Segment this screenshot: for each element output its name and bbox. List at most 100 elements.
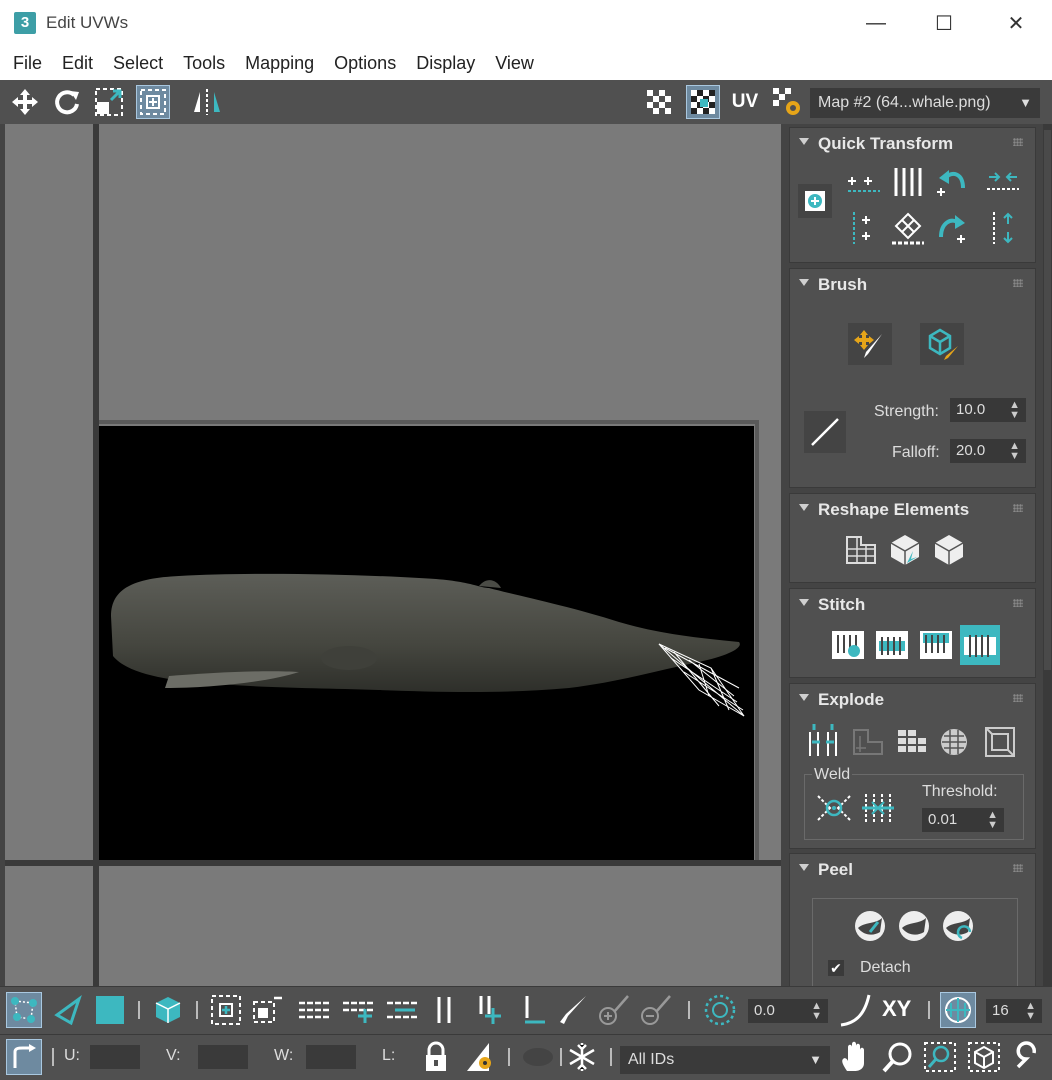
collapse-arrow-icon[interactable] xyxy=(799,504,809,511)
loop-selection-icon[interactable] xyxy=(296,992,332,1028)
zoom-icon[interactable] xyxy=(880,1039,916,1075)
rollout-grip-icon[interactable] xyxy=(1013,599,1023,607)
absolute-offset-icon[interactable] xyxy=(6,1039,42,1075)
falloff-spinner[interactable]: 20.0 ▲ ▼ xyxy=(950,439,1026,463)
material-id-dropdown[interactable]: All IDs ▼ xyxy=(620,1046,830,1074)
menu-mapping[interactable]: Mapping xyxy=(235,46,324,80)
xy-axis-toggle[interactable]: XY xyxy=(882,996,911,1022)
space-horizontal-icon[interactable] xyxy=(888,164,928,200)
grow-ring-icon[interactable] xyxy=(470,992,506,1028)
rotation-snap-icon[interactable] xyxy=(702,992,738,1028)
spinner-down-icon[interactable]: ▼ xyxy=(1009,450,1020,462)
shrink-loop-icon[interactable] xyxy=(384,992,420,1028)
brush-falloff-icon[interactable] xyxy=(804,411,846,453)
close-button[interactable]: ✕ xyxy=(986,0,1046,46)
straighten-icon[interactable] xyxy=(888,208,928,248)
pivot-icon[interactable] xyxy=(798,184,832,218)
menu-tools[interactable]: Tools xyxy=(173,46,235,80)
menu-select[interactable]: Select xyxy=(103,46,173,80)
stitch-to-target-icon[interactable] xyxy=(872,625,912,665)
detach-checkbox[interactable]: ✔ xyxy=(828,960,844,976)
freeform-tool-icon[interactable] xyxy=(136,85,170,119)
weld-target-icon[interactable] xyxy=(858,788,898,828)
stitch-average-icon[interactable] xyxy=(916,625,956,665)
grow-selection-icon[interactable] xyxy=(208,992,244,1028)
detach-edges-icon[interactable] xyxy=(848,722,888,762)
rollout-grip-icon[interactable] xyxy=(1013,138,1023,146)
w-input[interactable] xyxy=(306,1045,356,1069)
pelt-map-icon[interactable] xyxy=(894,906,934,946)
edge-mode-icon[interactable] xyxy=(50,992,86,1028)
grid-spinner[interactable]: 16 ▲ ▼ xyxy=(986,999,1042,1023)
menu-file[interactable]: File xyxy=(3,46,52,80)
rotate-cw-icon[interactable] xyxy=(932,208,972,248)
threshold-spinner[interactable]: 0.01 ▲ ▼ xyxy=(922,808,1004,832)
paint-move-brush-icon[interactable] xyxy=(848,323,892,365)
rollout-grip-icon[interactable] xyxy=(1013,504,1023,512)
rollout-grip-icon[interactable] xyxy=(1013,279,1023,287)
map-settings-icon[interactable] xyxy=(770,85,804,119)
checker-pattern-icon[interactable] xyxy=(642,85,676,119)
freeze-icon[interactable] xyxy=(564,1039,600,1075)
rollout-grip-icon[interactable] xyxy=(1013,864,1023,872)
collapse-arrow-icon[interactable] xyxy=(799,599,809,606)
strength-spinner[interactable]: 10.0 ▲ ▼ xyxy=(950,398,1026,422)
scale-tool-icon[interactable] xyxy=(92,85,126,119)
ring-selection-icon[interactable] xyxy=(426,992,462,1028)
flatten-by-polygon-icon[interactable] xyxy=(892,722,932,762)
pan-hand-icon[interactable] xyxy=(836,1039,872,1075)
face-mode-icon[interactable] xyxy=(92,992,128,1028)
spinner-down-icon[interactable]: ▼ xyxy=(1009,409,1020,421)
lock-icon[interactable] xyxy=(418,1039,454,1075)
collapse-arrow-icon[interactable] xyxy=(799,138,809,145)
relax-brush-icon[interactable] xyxy=(920,323,964,365)
paint-select-icon[interactable] xyxy=(554,992,590,1028)
rollout-grip-icon[interactable] xyxy=(1013,694,1023,702)
rotate-ccw-icon[interactable] xyxy=(932,164,972,200)
spinner-down-icon[interactable]: ▼ xyxy=(811,1010,822,1022)
hide-selected-icon[interactable] xyxy=(462,1039,498,1075)
collapse-arrow-icon[interactable] xyxy=(799,864,809,871)
flatten-by-material-icon[interactable] xyxy=(980,722,1020,762)
align-vertical-icon[interactable] xyxy=(844,208,884,248)
spinner-down-icon[interactable]: ▼ xyxy=(1025,1010,1036,1022)
weld-selected-icon[interactable] xyxy=(814,788,854,828)
move-tool-icon[interactable] xyxy=(8,85,42,119)
soft-selection-curve-icon[interactable] xyxy=(838,992,874,1028)
vertex-mode-icon[interactable] xyxy=(6,992,42,1028)
stitch-to-source-icon[interactable] xyxy=(960,625,1000,665)
straighten-selection-icon[interactable] xyxy=(840,530,882,570)
zoom-region-icon[interactable] xyxy=(922,1039,958,1075)
maximize-button[interactable]: ☐ xyxy=(914,0,974,46)
menu-options[interactable]: Options xyxy=(324,46,406,80)
reset-peel-icon[interactable] xyxy=(938,906,978,946)
collapse-arrow-icon[interactable] xyxy=(799,694,809,701)
uv-toggle-button[interactable]: UV xyxy=(728,85,762,119)
u-input[interactable] xyxy=(90,1045,140,1069)
map-dropdown[interactable]: Map #2 (64...whale.png) ▼ xyxy=(810,88,1040,118)
show-all-icon[interactable] xyxy=(520,1039,556,1075)
panel-scrollbar-thumb[interactable] xyxy=(1044,130,1051,670)
relax-element-icon[interactable] xyxy=(884,530,926,570)
element-mode-icon[interactable] xyxy=(150,992,186,1028)
menu-display[interactable]: Display xyxy=(406,46,485,80)
minimize-button[interactable]: — xyxy=(846,0,906,46)
grow-loop-icon[interactable] xyxy=(340,992,376,1028)
flatten-by-smoothing-icon[interactable] xyxy=(936,722,976,762)
align-horizontal-icon[interactable] xyxy=(844,164,884,200)
relax-settings-icon[interactable] xyxy=(928,530,970,570)
shrink-brush-icon[interactable] xyxy=(638,992,674,1028)
help-icon[interactable] xyxy=(1010,1039,1046,1075)
texture-display-icon[interactable] xyxy=(686,85,720,119)
space-vertical-icon[interactable] xyxy=(982,208,1024,248)
v-input[interactable] xyxy=(198,1045,248,1069)
collapse-arrow-icon[interactable] xyxy=(799,279,809,286)
shrink-selection-icon[interactable] xyxy=(250,992,286,1028)
menu-edit[interactable]: Edit xyxy=(52,46,103,80)
break-icon[interactable] xyxy=(804,722,844,762)
spinner-down-icon[interactable]: ▼ xyxy=(987,819,998,831)
quick-peel-icon[interactable] xyxy=(850,906,890,946)
mirror-tool-icon[interactable] xyxy=(190,85,224,119)
menu-view[interactable]: View xyxy=(485,46,544,80)
rotation-spinner[interactable]: 0.0 ▲ ▼ xyxy=(748,999,828,1023)
